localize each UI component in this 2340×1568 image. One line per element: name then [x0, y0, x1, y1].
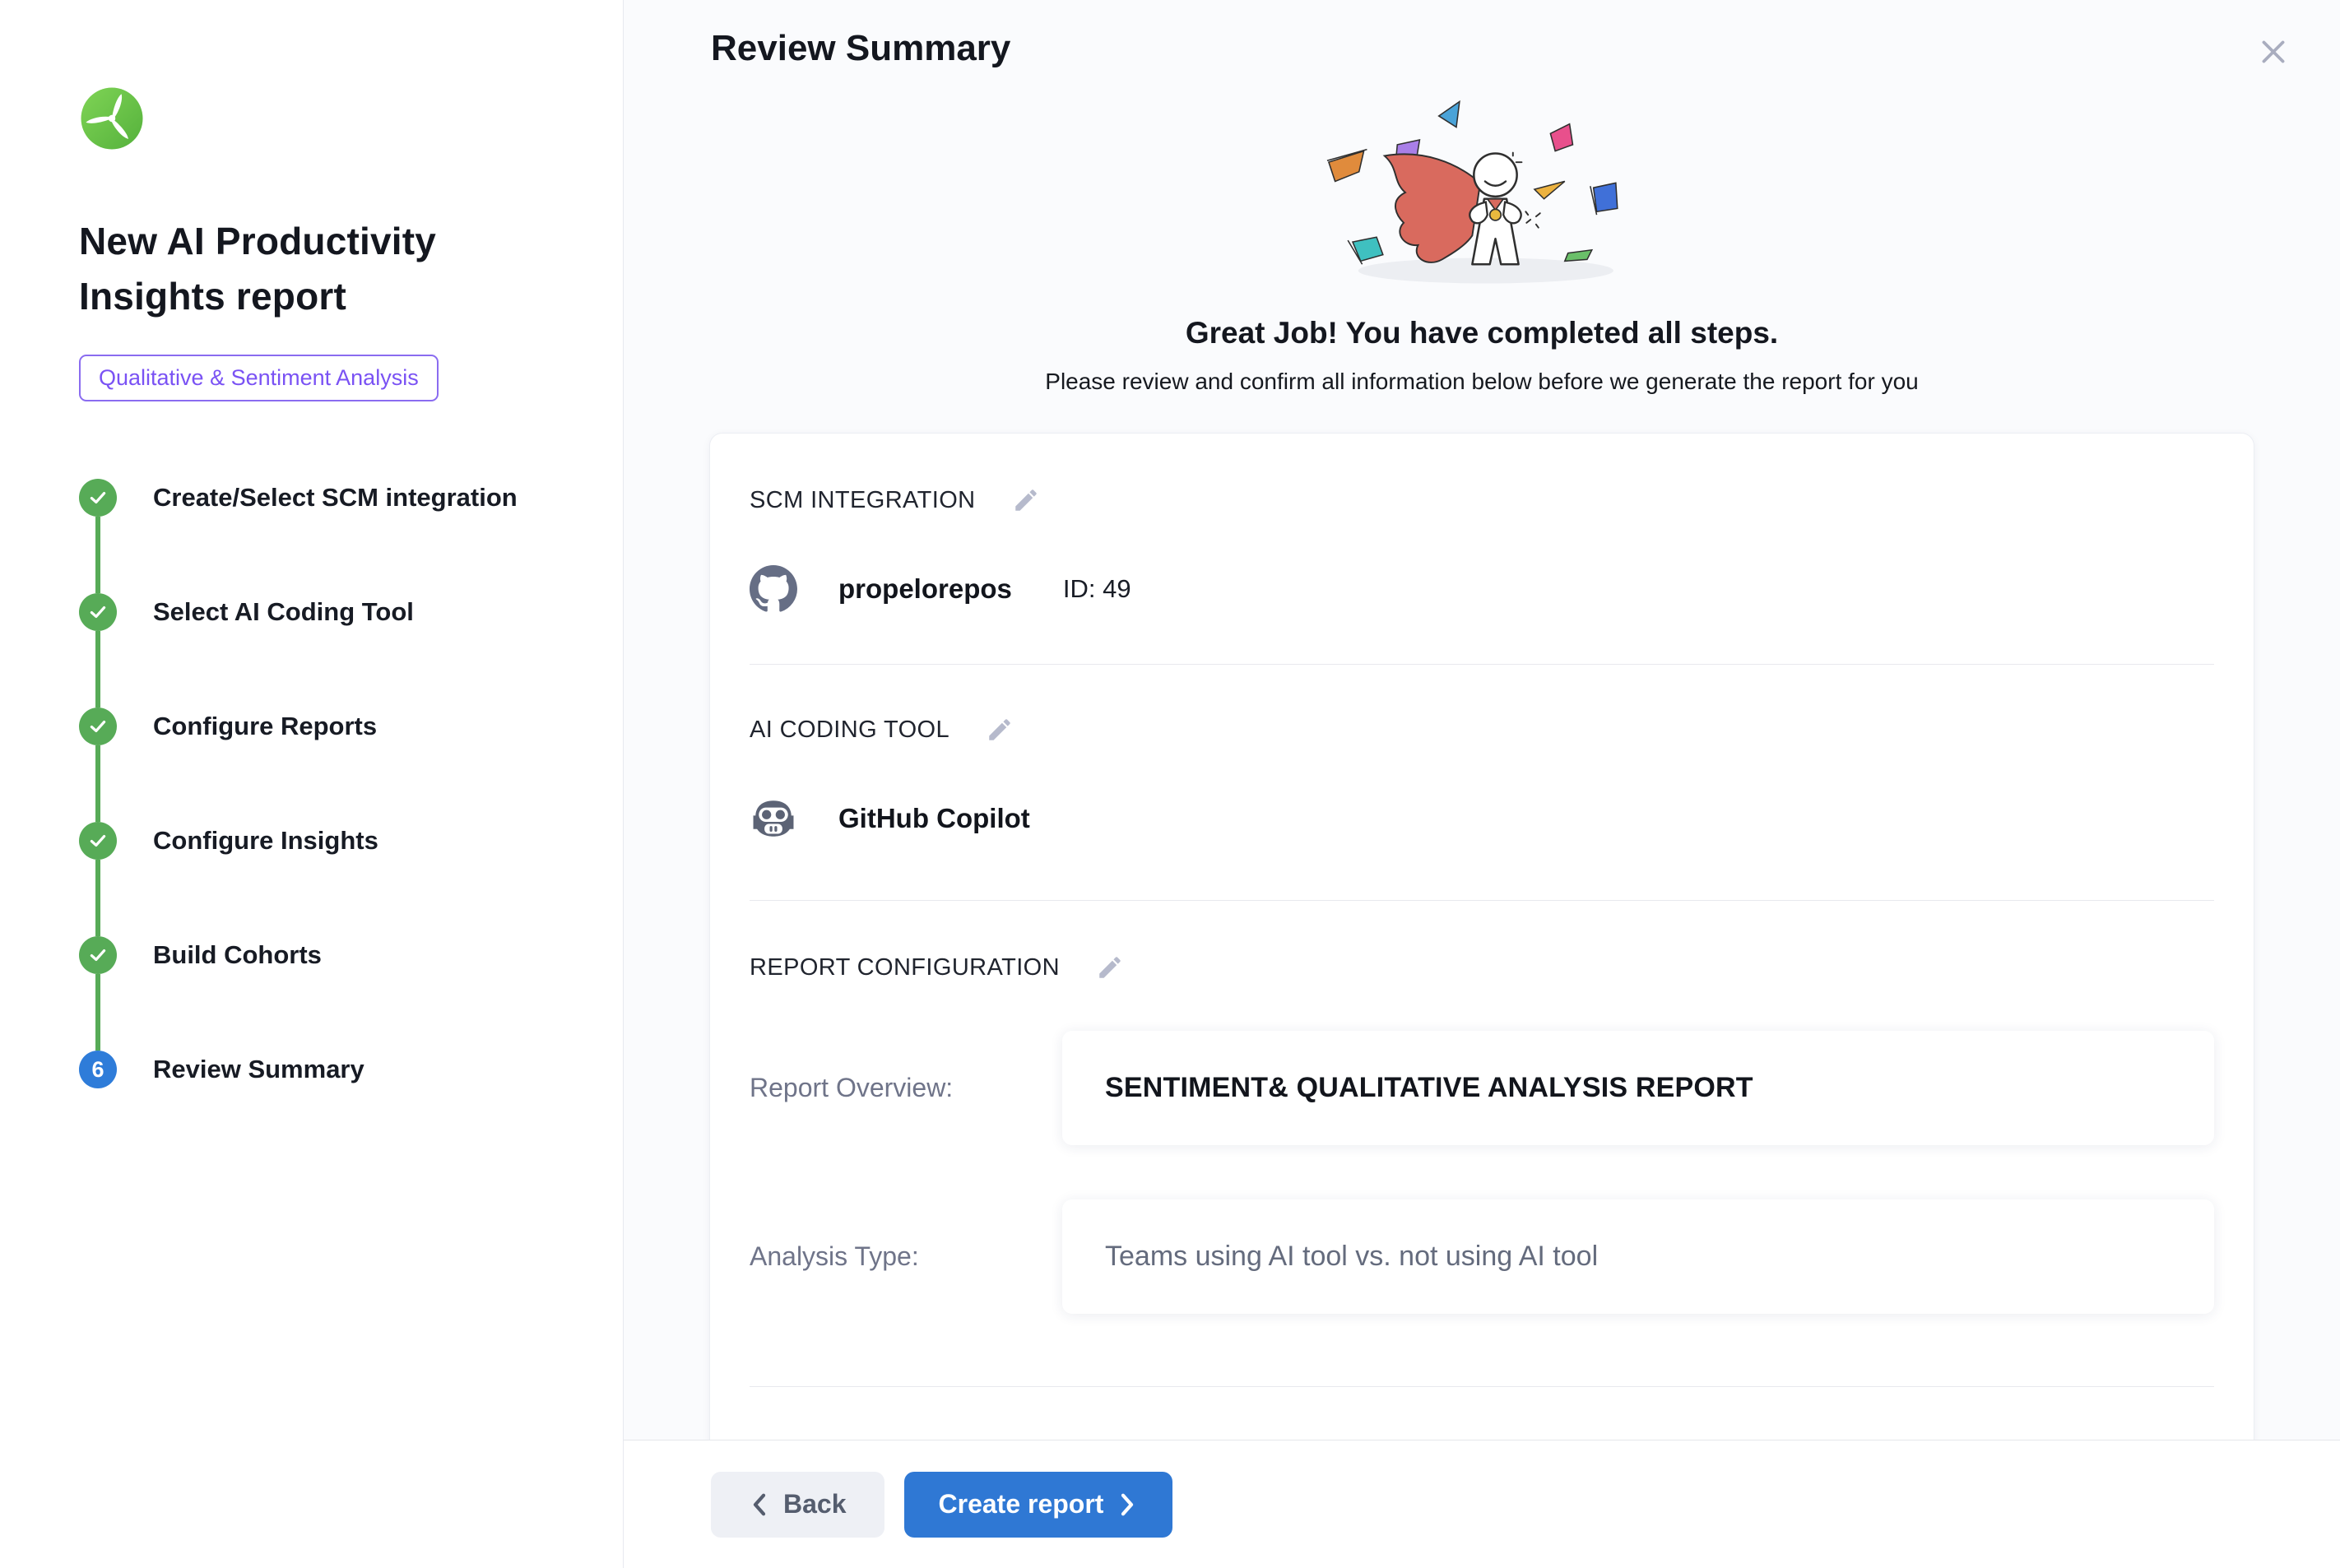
step-done-check-icon: [79, 479, 117, 517]
review-summary-content: Review Summary: [624, 0, 2340, 1440]
edit-report-config-pencil-icon[interactable]: [1093, 950, 1127, 985]
analysis-type-badge: Qualitative & Sentiment Analysis: [79, 355, 439, 401]
analysis-type-label: Analysis Type:: [750, 1241, 1062, 1272]
propelo-logo-icon: [79, 86, 145, 151]
step-done-check-icon: [79, 822, 117, 860]
github-copilot-icon: [750, 795, 797, 842]
step-done-check-icon: [79, 707, 117, 745]
congrats-title: Great Job! You have completed all steps.: [1186, 316, 1778, 350]
edit-ai-tool-pencil-icon[interactable]: [982, 712, 1017, 747]
edit-scm-pencil-icon[interactable]: [1009, 483, 1043, 517]
close-icon[interactable]: [2249, 28, 2297, 76]
back-button[interactable]: Back: [711, 1472, 884, 1538]
create-report-button[interactable]: Create report: [904, 1472, 1173, 1538]
scm-integration-name: propelorepos: [838, 573, 1012, 605]
scm-section-heading: SCM INTEGRATION: [750, 487, 976, 514]
report-config-section-heading: REPORT CONFIGURATION: [750, 954, 1060, 981]
ai-tool-section-heading: AI CODING TOOL: [750, 717, 949, 744]
github-icon: [750, 565, 797, 613]
chevron-right-icon: [1117, 1492, 1138, 1517]
section-divider: [750, 900, 2214, 901]
step-review-summary[interactable]: 6 Review Summary: [79, 1051, 577, 1088]
step-active-number: 6: [79, 1051, 117, 1088]
step-build-cohorts[interactable]: Build Cohorts: [79, 936, 577, 974]
wizard-sidebar: New AI Productivity Insights report Qual…: [0, 0, 624, 1568]
report-wizard-title: New AI Productivity Insights report: [79, 214, 499, 323]
wizard-footer: Back Create report: [624, 1440, 2340, 1568]
report-overview-value: SENTIMENT& QUALITATIVE ANALYSIS REPORT: [1062, 1031, 2214, 1145]
section-divider: [750, 664, 2214, 665]
ai-tool-name: GitHub Copilot: [838, 803, 1030, 834]
step-configure-reports[interactable]: Configure Reports: [79, 707, 577, 745]
scm-integration-id: ID: 49: [1063, 574, 1131, 604]
step-configure-insights[interactable]: Configure Insights: [79, 822, 577, 860]
step-scm-integration[interactable]: Create/Select SCM integration: [79, 479, 577, 517]
step-done-check-icon: [79, 936, 117, 974]
review-summary-panel: Review Summary: [624, 0, 2340, 1568]
page-title: Review Summary: [711, 28, 1010, 69]
step-done-check-icon: [79, 593, 117, 631]
chevron-left-icon: [749, 1492, 770, 1517]
report-overview-label: Report Overview:: [750, 1073, 1062, 1103]
congrats-subtitle: Please review and confirm all informatio…: [1045, 369, 1918, 395]
wizard-stepper: Create/Select SCM integration Select AI …: [79, 479, 577, 1088]
celebration-superhero-illustration: [1284, 89, 1679, 296]
summary-card: SCM INTEGRATION propelorepos ID: 49 AI C…: [709, 433, 2254, 1440]
analysis-type-value: Teams using AI tool vs. not using AI too…: [1062, 1199, 2214, 1314]
step-ai-coding-tool[interactable]: Select AI Coding Tool: [79, 593, 577, 631]
